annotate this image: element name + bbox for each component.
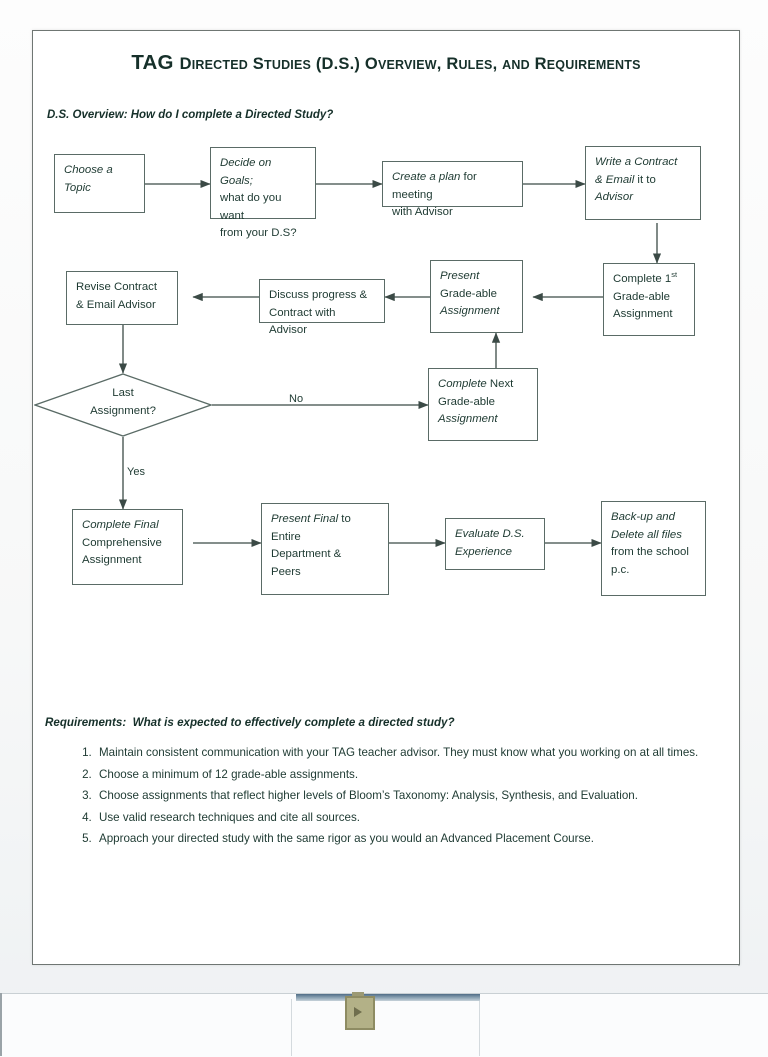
requirements-heading: Requirements: What is expected to effect… — [45, 716, 455, 729]
list-item: Maintain consistent communication with y… — [95, 743, 755, 763]
list-item: Choose a minimum of 12 grade-able assign… — [95, 765, 755, 785]
scanner-lid-left-edge — [0, 993, 2, 1056]
flow-node-complete-next[interactable]: Complete Next Grade-able Assignment — [428, 368, 538, 441]
scanner-lid-divider-right — [479, 999, 480, 1056]
flow-decision-last-assignment[interactable]: Last Assignment? — [34, 373, 212, 437]
edge-label-no: No — [289, 393, 304, 405]
scanner-lid-strip — [296, 994, 480, 1001]
binder-clip-icon — [345, 996, 375, 1030]
scanner-lid-divider-left — [291, 999, 292, 1056]
flow-node-revise-contract[interactable]: Revise Contract & Email Advisor — [66, 271, 178, 325]
decision-label: Last Assignment? — [90, 387, 156, 417]
flow-node-discuss-progress[interactable]: Discuss progress & Contract with Advisor — [259, 279, 385, 336]
flow-node-choose-topic[interactable]: Choose a Topic — [54, 154, 145, 213]
flow-node-present-final[interactable]: Present Final to Entire Department & Peers — [261, 503, 389, 595]
requirements-heading-label: Requirements — [45, 716, 123, 729]
list-item: Use valid research techniques and cite a… — [95, 808, 755, 828]
list-item: Choose assignments that reflect higher l… — [95, 786, 755, 806]
requirements-list: Maintain consistent communication with y… — [67, 743, 755, 851]
requirements-heading-sep: : — [122, 716, 133, 729]
document-body: TAG DIRECTED STUDIES (D.S.) OVERVIEW, RU… — [33, 31, 739, 964]
list-item: Approach your directed study with the sa… — [95, 829, 755, 849]
scanned-page: TAG DIRECTED STUDIES (D.S.) OVERVIEW, RU… — [32, 30, 740, 965]
scanner-lid — [0, 993, 768, 1057]
flow-node-present-gradeable[interactable]: Present Grade-able Assignment — [430, 260, 523, 333]
edge-label-yes: Yes — [127, 466, 145, 478]
flow-node-complete-first[interactable]: Complete 1st Grade-able Assignment — [603, 263, 695, 336]
flow-node-write-contract[interactable]: Write a Contract & Email it to Advisor — [585, 146, 701, 220]
requirements-heading-question: What is expected to effectively complete… — [132, 716, 455, 729]
flow-node-create-plan[interactable]: Create a plan for meeting with Advisor — [382, 161, 523, 218]
flow-node-decide-goals[interactable]: Decide on Goals; what do you want from you… — [210, 147, 316, 239]
flowchart: Choose a Topic Decide on Goals; what do yo… — [33, 31, 739, 671]
flow-node-backup-delete[interactable]: Back-up and Delete all files from the scho… — [601, 501, 706, 596]
flow-node-evaluate[interactable]: Evaluate D.S. Experience — [445, 518, 545, 570]
flow-node-complete-final[interactable]: Complete Final Comprehensive Assignment — [72, 509, 183, 585]
